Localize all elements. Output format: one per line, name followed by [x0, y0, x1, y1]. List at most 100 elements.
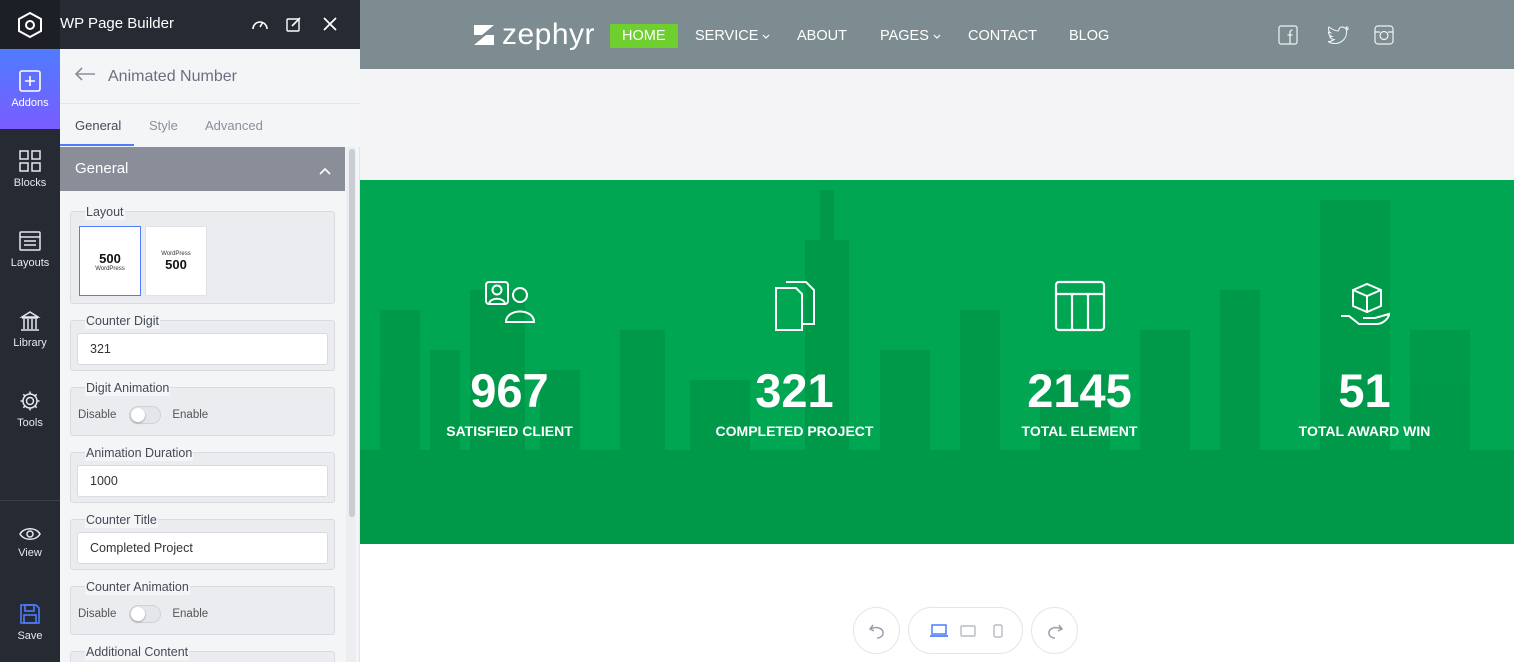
undo-button[interactable] [853, 607, 900, 654]
layout-option-1[interactable]: 500 WordPress [79, 226, 141, 296]
layout-option-number: 500 [165, 256, 187, 272]
counter-number: 321 [755, 364, 834, 417]
rail-addons-label: Addons [11, 96, 49, 109]
rail-view[interactable]: View [0, 502, 60, 582]
library-icon [19, 310, 41, 331]
zephyr-logo-icon [474, 25, 494, 45]
redo-button[interactable] [1031, 607, 1078, 654]
counter-title-input[interactable] [77, 532, 328, 564]
digit-animation-label: Digit Animation [85, 380, 171, 396]
rail-tools-label: Tools [17, 416, 43, 429]
tablet-icon[interactable] [958, 622, 978, 640]
tab-advanced[interactable]: Advanced [205, 118, 263, 133]
tab-general[interactable]: General [75, 118, 121, 133]
panel-tabs: General Style Advanced [60, 104, 360, 147]
counter-number: 2145 [1027, 364, 1132, 417]
counter-animation-toggle[interactable] [129, 605, 162, 623]
chevron-down-icon [933, 34, 941, 39]
digit-animation-field: Digit Animation Disable Enable [70, 380, 335, 436]
addon-settings-panel: WP Page Builder Animated Number General … [60, 0, 360, 662]
animation-duration-input[interactable] [77, 465, 328, 497]
mobile-icon[interactable] [988, 622, 1008, 640]
rail-divider [0, 500, 60, 501]
toggle-knob [131, 408, 146, 422]
toggle-disable-label: Disable [78, 409, 117, 421]
undo-icon [868, 624, 884, 639]
edit-icon[interactable] [283, 13, 305, 35]
rail-library[interactable]: Library [0, 289, 60, 369]
counter-title: TOTAL AWARD WIN [1298, 423, 1431, 439]
device-switcher [908, 607, 1023, 654]
counter-number: 967 [470, 364, 549, 417]
instagram-icon[interactable] [1374, 25, 1394, 45]
counter-title: TOTAL ELEMENT [1021, 423, 1138, 439]
counter-digit-input[interactable] [77, 333, 328, 365]
counter-title: COMPLETED PROJECT [715, 423, 874, 439]
gift-box-hand-icon [1222, 280, 1507, 330]
builder-logo[interactable] [0, 0, 60, 49]
counter-title-label: Counter Title [85, 512, 158, 528]
floppy-icon [20, 603, 40, 624]
nav-pages[interactable]: PAGES [880, 24, 941, 48]
counter-section: 967 SATISFIED CLIENT 321 COMPLETED PROJE… [360, 180, 1514, 544]
spacer-section [360, 69, 1514, 180]
panel-header: Animated Number [60, 49, 360, 104]
counter-title: SATISFIED CLIENT [446, 423, 573, 439]
rail-addons[interactable]: Addons [0, 49, 60, 129]
digit-animation-toggle-row: Disable Enable [78, 406, 208, 424]
layout-option-2[interactable]: WordPress 500 [145, 226, 207, 296]
layout-label: Layout [85, 204, 125, 220]
layout-option-number: 500 [99, 250, 121, 266]
eye-icon [19, 527, 41, 540]
twitter-icon[interactable] [1326, 25, 1350, 45]
counter-animation-toggle-row: Disable Enable [78, 605, 208, 623]
counter-animation-label: Counter Animation [85, 579, 190, 595]
animation-duration-label: Animation Duration [85, 445, 194, 461]
nav-home[interactable]: HOME [610, 24, 678, 48]
rail-blocks-label: Blocks [13, 176, 47, 189]
desktop-icon[interactable] [929, 622, 949, 640]
builder-logo-icon [18, 11, 42, 38]
rail-save[interactable]: Save [0, 582, 60, 662]
chevron-up-icon [319, 162, 331, 180]
digit-animation-toggle[interactable] [129, 406, 162, 424]
active-tab-indicator [60, 144, 134, 146]
builder-rail: Addons Blocks Layouts Library Tools View… [0, 0, 60, 662]
gear-icon [20, 391, 40, 410]
layouts-icon [19, 230, 41, 251]
builder-title: WP Page Builder [60, 15, 174, 32]
counter-digit-field: Counter Digit [70, 313, 335, 371]
speedometer-icon[interactable] [249, 13, 271, 35]
layout-grid-icon [937, 280, 1222, 332]
additional-content-label: Additional Content [85, 644, 190, 660]
nav-pages-label: PAGES [880, 28, 929, 44]
toggle-disable-label: Disable [78, 608, 117, 620]
nav-about[interactable]: ABOUT [797, 24, 847, 48]
users-icon [367, 280, 652, 324]
back-arrow-icon[interactable] [74, 67, 96, 86]
rail-tools[interactable]: Tools [0, 369, 60, 449]
nav-service-label: SERVICE [695, 28, 759, 44]
rail-library-label: Library [13, 336, 47, 349]
tab-style[interactable]: Style [149, 118, 178, 133]
facebook-icon[interactable] [1278, 25, 1298, 45]
rail-layouts-label: Layouts [10, 256, 50, 269]
section-title: General [75, 160, 129, 177]
panel-scrollbar[interactable] [349, 149, 355, 517]
addon-title: Animated Number [108, 68, 237, 85]
counter-number: 51 [1338, 364, 1391, 417]
chevron-down-icon [763, 34, 770, 39]
nav-contact[interactable]: CONTACT [968, 24, 1037, 48]
rail-view-label: View [18, 546, 42, 559]
counter-title-field: Counter Title [70, 512, 335, 570]
rail-layouts[interactable]: Layouts [0, 209, 60, 289]
layout-field: Layout 500 WordPress WordPress 500 [70, 204, 335, 304]
section-general-header[interactable]: General [60, 147, 345, 191]
site-logo[interactable]: zephyr [472, 18, 595, 52]
nav-blog[interactable]: BLOG [1069, 24, 1109, 48]
rail-blocks[interactable]: Blocks [0, 129, 60, 209]
plus-square-icon [19, 69, 41, 92]
nav-service[interactable]: SERVICE [695, 24, 770, 48]
close-icon[interactable] [319, 13, 341, 35]
site-logo-text: zephyr [502, 18, 596, 51]
